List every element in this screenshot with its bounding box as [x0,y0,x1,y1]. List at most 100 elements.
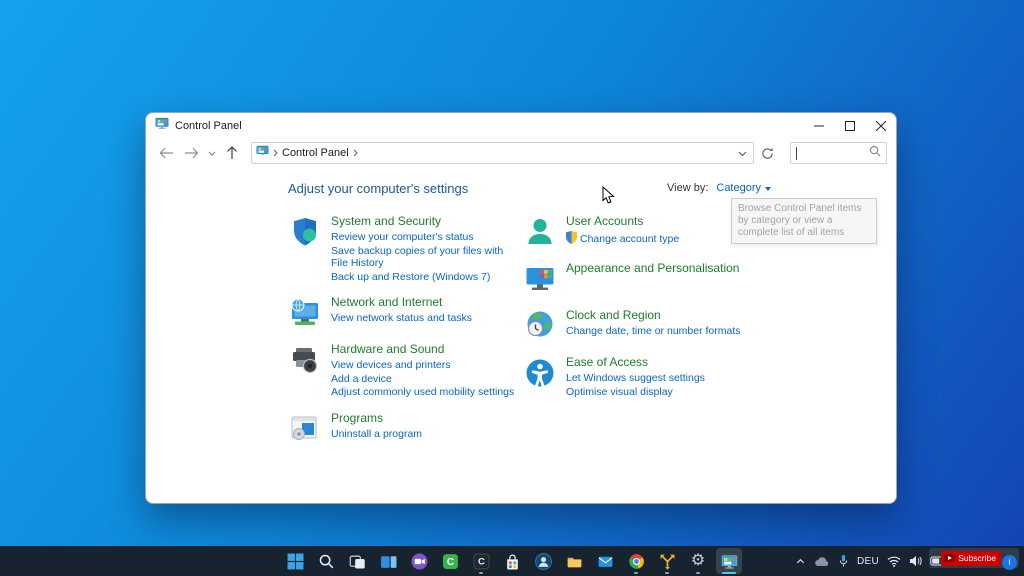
video-call-app-icon[interactable] [406,548,432,574]
category-link[interactable]: Adjust commonly used mobility settings [331,386,514,399]
chrome-icon[interactable] [623,548,649,574]
history-dropdown-icon[interactable] [205,142,218,164]
language-indicator[interactable]: DEU [857,546,879,576]
category-column-left: System and Security Review your computer'… [288,214,520,446]
category-link-label: Back up and Restore (Windows 7) [331,271,490,284]
category-link[interactable]: View devices and printers [331,359,514,372]
category-text: Appearance and Personalisation [566,261,739,276]
category-link-label: Review your computer's status [331,231,474,244]
close-button[interactable] [865,113,896,138]
snap-panels-icon[interactable] [375,548,401,574]
wifi-icon[interactable] [887,546,901,576]
category-link[interactable]: Uninstall a program [331,428,422,441]
category-link[interactable]: Review your computer's status [331,231,520,244]
mail-icon[interactable] [592,548,618,574]
category-text: Ease of Access Let Windows suggest settin… [566,355,705,398]
category-title[interactable]: Programs [331,411,422,426]
minimize-button[interactable] [803,113,834,138]
forward-icon[interactable] [180,142,203,164]
task-view-icon[interactable] [344,548,370,574]
desktop-background: Control Panel Control Panel [0,0,1024,576]
category-link[interactable]: Let Windows suggest settings [566,372,705,385]
microsoft-store-icon[interactable] [499,548,525,574]
control-panel-window: Control Panel Control Panel [145,112,897,504]
category-system-and-security[interactable]: System and Security Review your computer'… [288,214,520,283]
category-clock-and-region[interactable]: Clock and Region Change date, time or num… [523,308,783,343]
breadcrumb-chevron-icon[interactable] [353,144,358,162]
category-text: User Accounts Change account type [566,214,679,248]
category-link[interactable]: Back up and Restore (Windows 7) [331,271,520,284]
tray-expand-icon[interactable] [795,546,806,576]
appearance-icon [523,262,557,296]
address-control-panel-icon [256,144,269,162]
control-panel-icon [155,116,169,135]
subscribe-button[interactable]: Subscribe [941,551,1001,566]
category-link[interactable]: Save backup copies of your files with Fi… [331,245,520,270]
search-icon [869,144,881,162]
taskbar-search-icon[interactable] [313,548,339,574]
maximize-button[interactable] [834,113,865,138]
volume-icon[interactable] [909,546,922,576]
up-icon[interactable] [220,142,243,164]
category-text: Programs Uninstall a program [331,411,422,441]
category-link[interactable]: Change account type [566,231,679,248]
screen-recorder-icon[interactable]: C [468,548,494,574]
ease-of-access-icon [523,356,557,390]
category-links: Change date, time or number formats [566,325,741,338]
category-title[interactable]: Ease of Access [566,355,705,370]
category-link-label: View devices and printers [331,359,450,372]
category-title[interactable]: Clock and Region [566,308,741,323]
back-icon[interactable] [155,142,178,164]
category-links: Let Windows suggest settingsOptimise vis… [566,372,705,398]
category-title[interactable]: System and Security [331,214,520,229]
arrows-app-icon[interactable] [654,548,680,574]
category-link-label: View network status and tasks [331,312,472,325]
category-appearance-and-personalisation[interactable]: Appearance and Personalisation [523,261,783,296]
microphone-icon[interactable] [838,546,849,576]
category-hardware-and-sound[interactable]: Hardware and Sound View devices and print… [288,342,520,399]
breadcrumb-chevron-icon[interactable] [273,144,278,162]
category-text: Network and Internet View network status … [331,295,472,325]
address-bar[interactable]: Control Panel [251,142,754,164]
category-link[interactable]: Add a device [331,373,514,386]
category-link[interactable]: Optimise visual display [566,386,705,399]
control-panel-taskbar-icon[interactable] [716,548,742,574]
address-dropdown-icon[interactable] [738,144,747,162]
category-text: Clock and Region Change date, time or num… [566,308,741,338]
category-network-and-internet[interactable]: Network and Internet View network status … [288,295,520,330]
browser-profile-icon[interactable] [530,548,556,574]
text-caret [796,147,797,160]
search-input[interactable] [799,147,869,159]
category-links: Review your computer's statusSave backup… [331,231,520,283]
system-tray: DEU [795,546,946,576]
category-title[interactable]: Network and Internet [331,295,472,310]
onedrive-icon[interactable] [814,546,830,576]
category-links: Uninstall a program [331,428,422,441]
category-link[interactable]: Change date, time or number formats [566,325,741,338]
svg-text:C: C [446,557,453,568]
start-icon[interactable] [282,548,308,574]
view-by-tooltip: Browse Control Panel items by category o… [731,198,877,244]
category-title[interactable]: Appearance and Personalisation [566,261,739,276]
category-link-label: Optimise visual display [566,386,673,399]
settings-gear-icon[interactable]: ⚙ [685,548,711,574]
category-link-label: Uninstall a program [331,428,422,441]
camtasia-icon[interactable]: C [437,548,463,574]
title-bar[interactable]: Control Panel [146,113,896,138]
youtube-icon [944,554,955,562]
category-programs[interactable]: Programs Uninstall a program [288,411,520,446]
category-title[interactable]: Hardware and Sound [331,342,514,357]
view-by-dropdown[interactable]: Category [716,182,771,194]
category-links: View network status and tasks [331,312,472,325]
search-box[interactable] [790,142,887,164]
breadcrumb[interactable]: Control Panel [282,147,349,159]
category-link[interactable]: View network status and tasks [331,312,472,325]
category-text: Hardware and Sound View devices and print… [331,342,514,399]
shield-icon [288,215,322,249]
category-text: System and Security Review your computer'… [331,214,520,283]
channel-badge: i [1002,555,1017,570]
category-title[interactable]: User Accounts [566,214,679,229]
file-explorer-icon[interactable] [561,548,587,574]
refresh-icon[interactable] [756,142,778,164]
category-ease-of-access[interactable]: Ease of Access Let Windows suggest settin… [523,355,783,398]
